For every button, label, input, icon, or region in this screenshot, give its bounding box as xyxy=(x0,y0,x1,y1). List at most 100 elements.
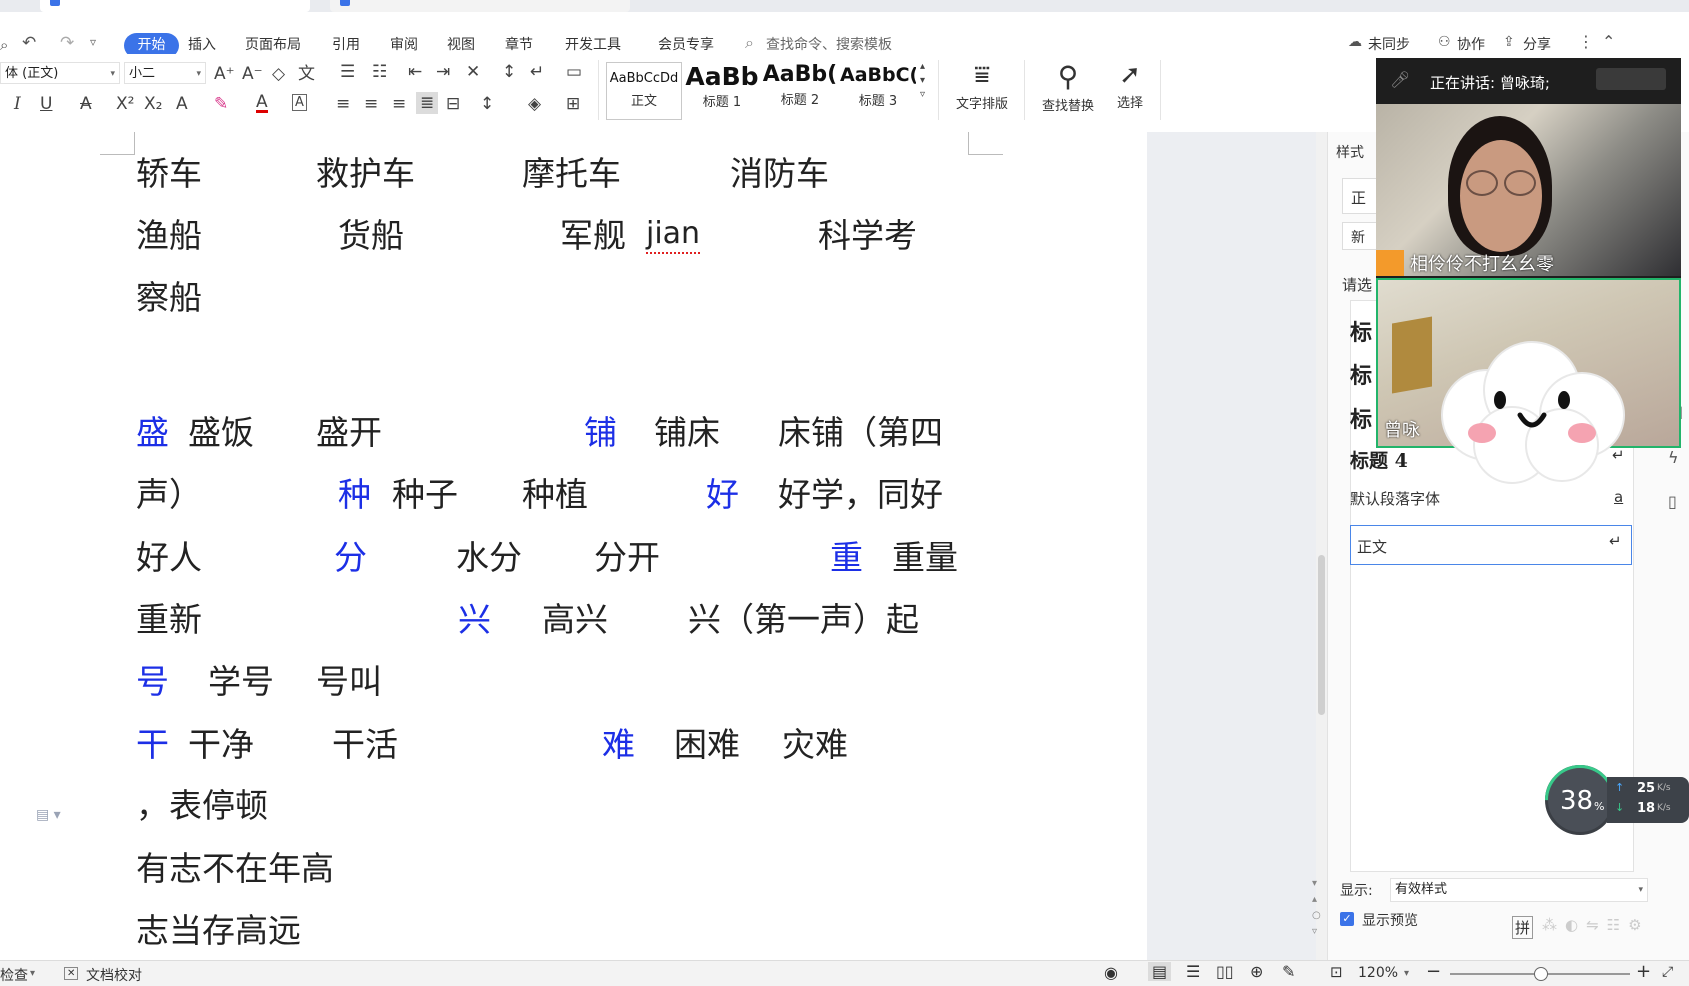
participant-video-1[interactable]: 相伶伶不打幺幺零 xyxy=(1376,104,1681,276)
page-corner-mark xyxy=(100,132,135,155)
show-marks-icon[interactable]: ↵ xyxy=(530,62,544,82)
highlight-icon[interactable]: ✎ xyxy=(214,94,228,114)
font-name-select[interactable]: 体 (正文) ▾ xyxy=(0,62,120,84)
doc-text: 重量 xyxy=(892,538,958,577)
scroll-arrows-icon[interactable]: ▾ ▴ ○ ▿ xyxy=(1312,876,1321,940)
collapse-ribbon-icon[interactable]: ⌃ xyxy=(1602,32,1615,51)
subscript-icon[interactable]: X₂ xyxy=(144,94,162,114)
style-heading3-item[interactable]: 标 xyxy=(1350,402,1372,434)
chinese-layout-icon[interactable]: ✕ xyxy=(466,62,480,82)
align-left-icon[interactable]: ≡ xyxy=(336,94,350,114)
menu-references[interactable]: 引用 xyxy=(332,34,360,54)
line-spacing-icon[interactable]: ↕ xyxy=(480,94,494,114)
document-tab-1[interactable] xyxy=(40,0,310,12)
style-heading2-item[interactable]: 标 xyxy=(1350,358,1372,390)
menu-insert[interactable]: 插入 xyxy=(188,34,216,54)
write-view-icon[interactable]: ✎ xyxy=(1282,962,1295,981)
document-tab-strip xyxy=(0,0,1689,12)
doc-text: 渔船 xyxy=(136,216,202,255)
tab-icon[interactable]: ▭ xyxy=(566,62,582,82)
underline-icon[interactable]: U xyxy=(40,94,52,114)
share-button[interactable]: 分享 xyxy=(1523,34,1551,54)
outline-view-icon[interactable]: ☰ xyxy=(1186,962,1200,981)
zoom-in-icon[interactable]: + xyxy=(1636,961,1651,982)
style-normal-item[interactable]: 正文 ↵ xyxy=(1350,525,1632,565)
web-view-icon[interactable]: ⊕ xyxy=(1250,962,1263,981)
text-layout-button[interactable]: ⩸ 文字排版 xyxy=(946,60,1018,112)
increase-indent-icon[interactable]: ⇥ xyxy=(436,62,450,82)
select-button[interactable]: ➚ 选择 xyxy=(1108,60,1152,111)
find-replace-button[interactable]: ⚲ 查找替换 xyxy=(1030,60,1106,114)
reading-view-icon[interactable]: ▯▯ xyxy=(1216,962,1234,981)
doc-text: 兴（第一声）起 xyxy=(688,600,919,639)
shading-icon[interactable]: ◈ xyxy=(528,94,541,114)
char-style-marker: a xyxy=(1614,488,1624,506)
menu-developer[interactable]: 开发工具 xyxy=(565,34,621,54)
proofread-button[interactable]: 文档校对 xyxy=(86,965,142,985)
style-heading3-tile[interactable]: AaBbC( 标题 3 xyxy=(840,62,916,118)
font-color-icon[interactable]: A xyxy=(256,94,268,113)
zoom-out-icon[interactable]: − xyxy=(1426,961,1441,982)
menu-page-layout[interactable]: 页面布局 xyxy=(245,34,301,54)
network-speed-widget[interactable]: 38 % ↑ 25 K/s ↓ 18 K/s xyxy=(1530,750,1689,850)
show-preview-checkbox[interactable]: ✓ xyxy=(1340,912,1354,926)
spell-check-button[interactable]: 检查 xyxy=(0,965,28,985)
menu-member[interactable]: 会员专享 xyxy=(658,34,714,54)
style-heading4-item[interactable]: 标题 4 xyxy=(1350,446,1408,473)
style-heading2-tile[interactable]: AaBb( 标题 2 xyxy=(762,62,838,118)
redo-icon[interactable]: ↷ xyxy=(60,33,74,53)
text-effect-icon[interactable]: A xyxy=(176,94,188,114)
ime-toolbar[interactable]: 拼 ⁂◐⇋☷⚙ xyxy=(1508,912,1689,942)
decrease-indent-icon[interactable]: ⇤ xyxy=(408,62,422,82)
search-icon: ⌕ xyxy=(745,33,754,52)
chevron-down-icon[interactable]: ▿ xyxy=(90,35,96,49)
zoom-level[interactable]: 120% xyxy=(1358,965,1398,981)
style-gallery-scroll[interactable]: ▴ ▾ ▿ xyxy=(920,60,925,102)
italic-icon[interactable]: I xyxy=(14,94,21,114)
phonetic-icon[interactable]: 文 xyxy=(298,64,315,84)
clear-format-icon[interactable]: ◇ xyxy=(272,64,285,84)
char-border-icon[interactable]: A xyxy=(292,94,307,111)
menu-section[interactable]: 章节 xyxy=(505,34,533,54)
style-heading1-item[interactable]: 标 xyxy=(1350,315,1372,347)
lightning-icon[interactable]: ϟ xyxy=(1668,448,1679,467)
style-normal-tile[interactable]: AaBbCcDd 正文 xyxy=(606,62,682,120)
sort-icon[interactable]: ↕ xyxy=(502,62,516,82)
style-default-font-item[interactable]: 默认段落字体 xyxy=(1350,488,1440,509)
sync-status[interactable]: 未同步 xyxy=(1368,34,1410,54)
justify-icon[interactable]: ≣ xyxy=(416,92,439,114)
zoom-slider-thumb[interactable] xyxy=(1534,967,1548,981)
ime-tools-icons[interactable]: ⁂◐⇋☷⚙ xyxy=(1542,916,1650,934)
book-icon[interactable]: ▯ xyxy=(1668,492,1677,511)
shrink-font-icon[interactable]: A⁻ xyxy=(242,64,263,84)
magnifier-icon: ⚲ xyxy=(1057,60,1079,93)
menu-review[interactable]: 审阅 xyxy=(390,34,418,54)
document-tab-2[interactable] xyxy=(330,0,630,12)
style-heading1-tile[interactable]: AaBb 标题 1 xyxy=(684,62,760,118)
page-view-icon[interactable]: ▤ xyxy=(1148,962,1172,981)
search-zoom-icon[interactable]: ⌕ xyxy=(0,36,8,54)
distribute-icon[interactable]: ⊟ xyxy=(446,94,460,114)
align-right-icon[interactable]: ≡ xyxy=(392,94,406,114)
fullscreen-icon[interactable]: ⤢ xyxy=(1662,964,1673,980)
numbered-list-icon[interactable]: ☷ xyxy=(372,62,387,82)
collaborate-button[interactable]: 协作 xyxy=(1457,34,1485,54)
command-search[interactable]: 查找命令、搜索模板 xyxy=(766,34,892,54)
paragraph-handle-icon[interactable]: ▤ ▾ xyxy=(36,807,61,823)
menu-view[interactable]: 视图 xyxy=(447,34,475,54)
display-select[interactable]: 有效样式 ▾ xyxy=(1390,878,1648,902)
ime-mode-icon[interactable]: 拼 xyxy=(1512,916,1534,939)
scrollbar-thumb[interactable] xyxy=(1318,555,1325,715)
bullet-list-icon[interactable]: ☰ xyxy=(340,62,355,82)
superscript-icon[interactable]: X² xyxy=(116,94,134,114)
more-icon[interactable]: ⋮ xyxy=(1578,32,1594,51)
document-scrollbar[interactable] xyxy=(1316,132,1327,960)
borders-icon[interactable]: ⊞ xyxy=(566,94,580,114)
eye-protection-icon[interactable]: ◉ xyxy=(1104,963,1118,982)
undo-icon[interactable]: ↶ xyxy=(22,33,36,53)
align-center-icon[interactable]: ≡ xyxy=(364,94,378,114)
strikethrough-icon[interactable]: A xyxy=(80,94,92,114)
font-size-select[interactable]: 小二 ▾ xyxy=(124,62,206,84)
fit-page-icon[interactable]: ⊡ xyxy=(1330,963,1343,981)
grow-font-icon[interactable]: A⁺ xyxy=(214,64,235,84)
